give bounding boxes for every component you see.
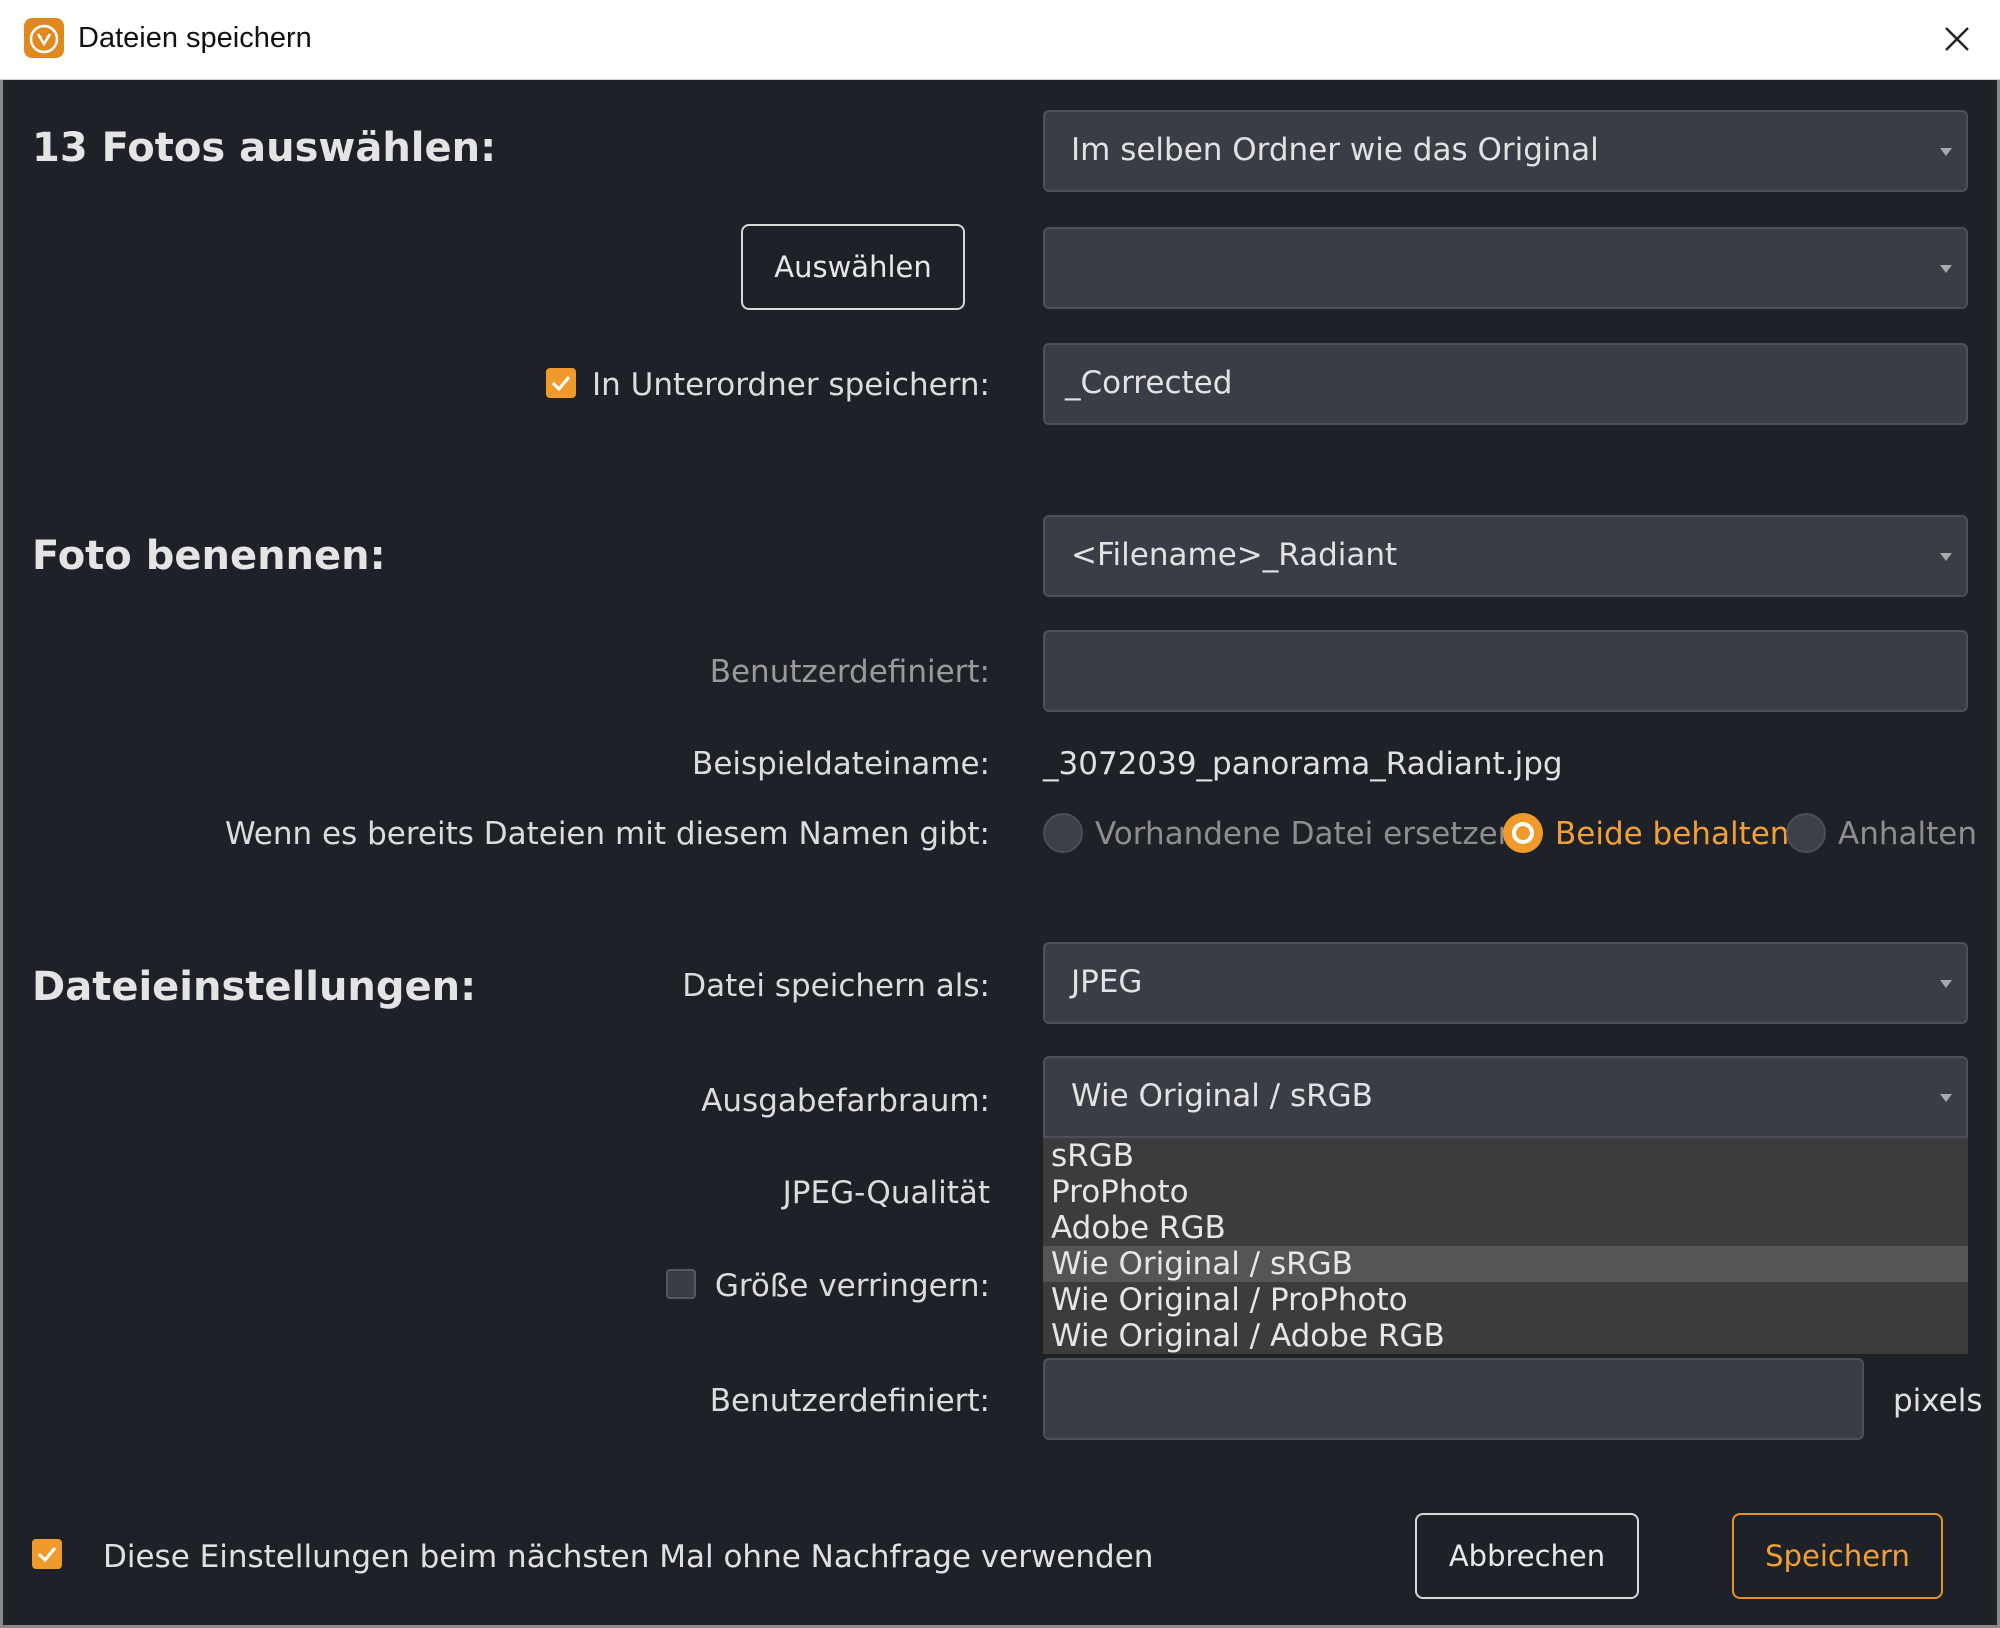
radio-stop-label[interactable]: Anhalten [1838,816,1977,852]
custom-size-label: Benutzerdefiniert: [709,1383,990,1419]
window-title: Dateien speichern [78,22,312,54]
custom-name-input[interactable] [1043,630,1968,712]
checkmark-icon [551,376,571,392]
format-value: JPEG [1071,964,1143,1000]
cancel-button[interactable]: Abbrechen [1415,1513,1639,1599]
chevron-down-icon [1940,1094,1952,1102]
chevron-down-icon [1940,553,1952,561]
save-location-dropdown[interactable]: Im selben Ordner wie das Original [1043,110,1968,192]
subfolder-input[interactable]: _Corrected [1043,343,1968,425]
subfolder-label: In Unterordner speichern: [591,367,990,403]
radio-stop[interactable] [1786,813,1826,853]
colorspace-label: Ausgabefarbraum: [701,1083,990,1119]
remember-settings-label: Diese Einstellungen beim nächsten Mal oh… [103,1539,1154,1575]
radio-replace[interactable] [1043,813,1083,853]
section-title-file: Dateieinstellungen: [32,964,477,1010]
chevron-down-icon [1940,980,1952,988]
jpeg-quality-label: JPEG-Qualität [782,1175,990,1211]
colorspace-dropdown-list: sRGB ProPhoto Adobe RGB Wie Original / s… [1043,1138,1968,1354]
chevron-down-icon [1940,265,1952,273]
custom-size-input[interactable] [1043,1358,1864,1440]
custom-name-label: Benutzerdefiniert: [709,654,990,690]
format-label: Datei speichern als: [682,968,990,1004]
radio-dot-inner [1516,826,1530,840]
colorspace-dropdown[interactable]: Wie Original / sRGB [1043,1056,1968,1138]
resize-label: Größe verringern: [714,1268,990,1304]
save-button[interactable]: Speichern [1732,1513,1943,1599]
format-dropdown[interactable]: JPEG [1043,942,1968,1024]
resize-checkbox[interactable] [666,1269,696,1299]
colorspace-option-adobe-rgb[interactable]: Adobe RGB [1043,1210,1968,1246]
example-filename-value: _3072039_panorama_Radiant.jpg [1043,746,1563,782]
chevron-down-icon [1940,148,1952,156]
colorspace-value: Wie Original / sRGB [1071,1078,1373,1114]
window-frame-left [0,80,3,1628]
select-folder-button[interactable]: Auswählen [741,224,965,310]
subfolder-checkbox[interactable] [546,368,576,398]
remember-settings-checkbox[interactable] [32,1539,62,1569]
section-title-name: Foto benennen: [32,533,386,579]
name-pattern-value: <Filename>_Radiant [1071,537,1398,573]
colorspace-option-srgb[interactable]: sRGB [1043,1138,1968,1174]
checkmark-icon [37,1547,57,1563]
colorspace-option-original-srgb[interactable]: Wie Original / sRGB [1043,1246,1968,1282]
radiant-lion-icon [24,18,64,58]
conflict-label: Wenn es bereits Dateien mit diesem Namen… [224,816,990,852]
name-pattern-dropdown[interactable]: <Filename>_Radiant [1043,515,1968,597]
radio-keep-both-label[interactable]: Beide behalten [1555,816,1789,852]
close-icon[interactable] [1932,14,1982,64]
colorspace-option-original-prophoto[interactable]: Wie Original / ProPhoto [1043,1282,1968,1318]
folder-dropdown[interactable] [1043,227,1968,309]
pixels-unit: pixels [1893,1383,1983,1419]
section-title-select: 13 Fotos auswählen: [32,125,497,171]
subfolder-value: _Corrected [1065,365,1233,401]
radio-keep-both[interactable] [1503,813,1543,853]
title-bar: Dateien speichern [0,0,2000,80]
radio-replace-label[interactable]: Vorhandene Datei ersetzen [1095,816,1517,852]
colorspace-option-prophoto[interactable]: ProPhoto [1043,1174,1968,1210]
save-location-value: Im selben Ordner wie das Original [1071,132,1599,168]
example-filename-label: Beispieldateiname: [692,746,990,782]
colorspace-option-original-adobe-rgb[interactable]: Wie Original / Adobe RGB [1043,1318,1968,1354]
